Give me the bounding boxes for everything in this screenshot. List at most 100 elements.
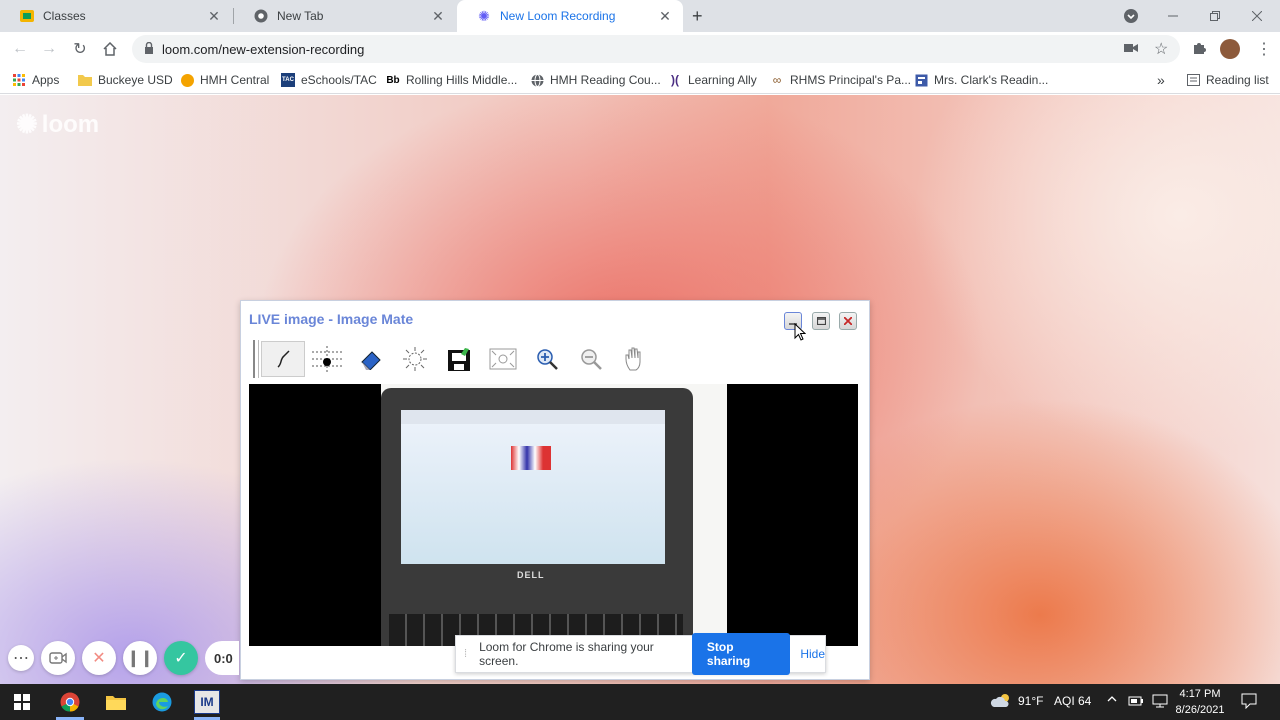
toolbar-grip (253, 340, 259, 378)
sharing-message: Loom for Chrome is sharing your screen. (479, 640, 654, 668)
tab-close-icon[interactable]: ✕ (430, 8, 446, 25)
bookmark-buckeye-usd[interactable]: Buckeye USD (78, 71, 173, 89)
check-icon: ✓ (174, 650, 188, 667)
save-icon[interactable] (437, 341, 481, 377)
home-icon[interactable] (101, 40, 119, 58)
reading-list-button[interactable]: Reading list (1186, 71, 1269, 89)
show-hidden-icons-icon[interactable] (1107, 692, 1117, 709)
more-options-button[interactable]: ⋯ (8, 645, 34, 671)
laptop-image: DELL (381, 388, 693, 646)
image-mate-title: LIVE image - Image Mate (249, 311, 414, 327)
menu-kebab-icon[interactable]: ⋮ (1256, 39, 1272, 59)
tab-close-icon[interactable]: ✕ (657, 8, 673, 25)
tab-new-loom-recording[interactable]: ✺ New Loom Recording ✕ (457, 0, 683, 32)
new-tab-button[interactable]: + (692, 6, 703, 27)
network-icon[interactable] (1152, 694, 1168, 711)
tab-search-icon[interactable] (1110, 0, 1152, 32)
image-mate-taskbar-icon[interactable]: IM (194, 690, 220, 714)
edge-icon[interactable] (150, 690, 174, 714)
bookmark-apps[interactable]: Apps (12, 71, 59, 89)
bookmark-hmh-central[interactable]: HMH Central (180, 71, 269, 89)
minimize-icon[interactable] (1152, 0, 1194, 32)
back-arrow-icon[interactable]: ← (11, 40, 29, 58)
grid-icon[interactable] (305, 341, 349, 377)
zoom-in-icon[interactable] (525, 341, 569, 377)
hide-banner-button[interactable]: Hide (800, 647, 825, 661)
camera-icon[interactable] (1124, 41, 1138, 57)
hmh-icon (180, 73, 194, 87)
weather-aqi[interactable]: AQI 64 (1054, 694, 1091, 708)
fit-icon[interactable] (481, 341, 525, 377)
zoom-out-icon[interactable] (569, 341, 613, 377)
stop-sharing-button[interactable]: Stop sharing (691, 633, 791, 675)
forward-arrow-icon[interactable]: → (40, 40, 58, 58)
bookmark-star-icon[interactable]: ☆ (1154, 39, 1168, 59)
power-icon[interactable] (1128, 694, 1144, 711)
tab-new-tab[interactable]: New Tab ✕ (234, 0, 456, 32)
bookmark-hmh-reading[interactable]: HMH Reading Cou... (530, 71, 661, 89)
mouse-cursor-icon (794, 322, 807, 344)
bookmark-label: eSchools/TAC (301, 73, 377, 87)
pen-icon[interactable] (261, 341, 305, 377)
image-mate-maximize-button[interactable] (812, 312, 830, 330)
folder-icon (78, 73, 92, 87)
live-camera-view[interactable]: DELL (249, 384, 858, 646)
url-text: loom.com/new-extension-recording (162, 41, 365, 57)
bookmark-label: Buckeye USD (98, 73, 173, 87)
image-mate-toolbar (253, 339, 657, 379)
windows-start-icon[interactable] (10, 690, 34, 714)
learning-ally-icon: )( (671, 73, 679, 87)
bookmark-rolling-hills[interactable]: Bb Rolling Hills Middle... (386, 71, 517, 89)
notifications-icon[interactable] (1241, 693, 1257, 712)
bookmark-mrs-clark[interactable]: Mrs. Clark's Readin... (914, 71, 1048, 89)
globe-icon (530, 73, 544, 87)
lock-icon (144, 41, 154, 57)
profile-avatar[interactable] (1220, 39, 1240, 59)
drag-handle-icon[interactable]: ⁞ (464, 648, 467, 660)
recording-timer: 0:0 (205, 641, 239, 675)
tab-title: New Tab (277, 9, 324, 23)
bookmarks-overflow-button[interactable]: » (1157, 71, 1165, 89)
tab-close-icon[interactable]: ✕ (206, 8, 222, 25)
hand-icon[interactable] (613, 341, 657, 377)
weather-cloud-icon[interactable] (990, 692, 1012, 711)
bookmark-label: Learning Ally (688, 73, 757, 87)
image-mate-window[interactable]: LIVE image - Image Mate DELL (240, 300, 870, 680)
loom-star-icon: ✺ (16, 109, 38, 139)
link-icon: ∞ (772, 73, 782, 87)
weather-temperature[interactable]: 91°F (1018, 694, 1043, 708)
cancel-recording-button[interactable]: ✕ (82, 641, 116, 675)
pause-recording-button[interactable]: ❙❙ (123, 641, 157, 675)
restore-icon[interactable] (1194, 0, 1236, 32)
file-explorer-icon[interactable] (104, 690, 128, 714)
loom-wordmark: loom (41, 110, 100, 138)
bookmark-label: HMH Reading Cou... (550, 73, 661, 87)
pause-icon: ❙❙ (126, 650, 154, 667)
reload-icon[interactable]: ↻ (71, 40, 89, 58)
bookmark-learning-ally[interactable]: )( Learning Ally (668, 71, 757, 89)
clock-date: 8/26/2021 (1175, 704, 1225, 716)
chrome-taskbar-icon[interactable] (58, 690, 82, 714)
image-mate-close-button[interactable] (839, 312, 857, 330)
loom-recording-controls: ⋯ ✕ ❙❙ ✓ 0:0 (8, 640, 239, 676)
loom-icon: ✺ (478, 7, 490, 24)
camera-off-icon (49, 652, 67, 664)
system-clock[interactable]: 4:17 PM 8/26/2021 (1172, 686, 1228, 718)
extensions-puzzle-icon[interactable] (1192, 41, 1206, 58)
tab-classes[interactable]: Classes ✕ (0, 0, 232, 32)
laptop-screen (401, 410, 665, 564)
windows-taskbar: IM 91°F AQI 64 4:17 PM 8/26/2021 (0, 684, 1280, 720)
finish-recording-button[interactable]: ✓ (164, 641, 198, 675)
chrome-icon (254, 9, 268, 23)
window-close-icon[interactable] (1236, 0, 1278, 32)
address-bar[interactable]: loom.com/new-extension-recording (132, 35, 1180, 63)
bookmark-label: Apps (32, 73, 60, 87)
loom-logo: ✺ loom (16, 109, 99, 140)
tac-icon: TAC (281, 73, 295, 87)
brightness-icon[interactable] (393, 341, 437, 377)
eraser-icon[interactable] (349, 341, 393, 377)
blackboard-icon: Bb (386, 74, 400, 86)
bookmark-rhms-principal[interactable]: ∞ RHMS Principal's Pa... (770, 71, 911, 89)
bookmark-eschools-tac[interactable]: TAC eSchools/TAC (281, 71, 377, 89)
camera-toggle-button[interactable] (41, 641, 75, 675)
